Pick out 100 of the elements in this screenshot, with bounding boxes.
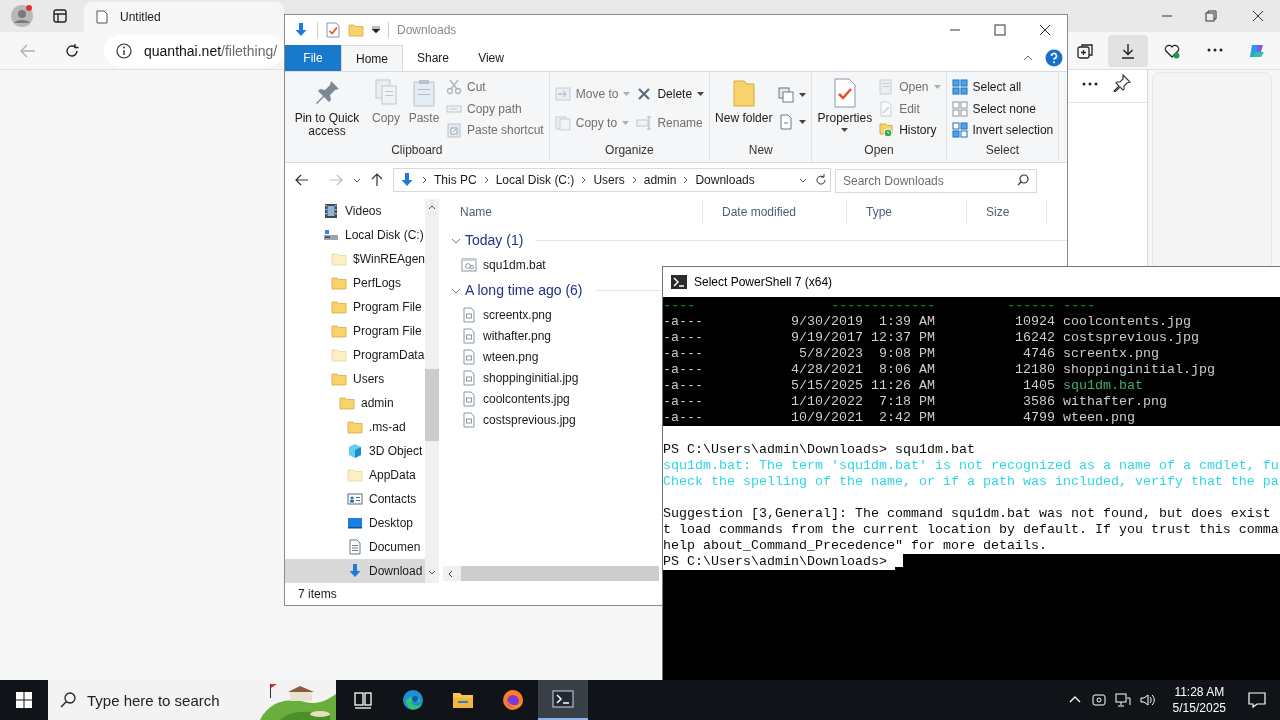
- ribbon-button[interactable]: Properties: [815, 75, 875, 142]
- more-icon[interactable]: [1082, 82, 1098, 86]
- copilot-icon[interactable]: [1249, 43, 1265, 59]
- ribbon-button[interactable]: New folder: [713, 75, 775, 142]
- nav-item[interactable]: Program File: [285, 319, 425, 343]
- image-file-icon: [461, 306, 477, 323]
- file-row[interactable]: withafter.png: [461, 325, 556, 346]
- camera-icon[interactable]: [1090, 692, 1107, 708]
- nav-item[interactable]: Contacts: [285, 487, 425, 511]
- column-header[interactable]: Name: [441, 199, 703, 225]
- ribbon-tab[interactable]: File: [285, 45, 341, 71]
- file-row[interactable]: screentx.png: [461, 304, 556, 325]
- ribbon-button[interactable]: Select none: [949, 99, 1056, 118]
- chevron-right-icon: [483, 176, 489, 184]
- search-field[interactable]: Search Downloads: [835, 168, 1037, 193]
- address-bar[interactable]: quanthai.net/filething/: [104, 35, 284, 67]
- notification-icon[interactable]: [1248, 692, 1266, 708]
- back-arrow-icon[interactable]: [295, 174, 309, 186]
- caret-icon: [623, 92, 631, 97]
- path-bar[interactable]: This PC Local Disk (C:) Users admin Downloads: [393, 168, 831, 192]
- heart-pulse-icon[interactable]: [1164, 43, 1180, 59]
- ribbon-button[interactable]: Pin to Quick access: [288, 75, 366, 142]
- file-row[interactable]: squ1dm.bat: [461, 254, 550, 275]
- close-icon[interactable]: [1251, 9, 1265, 23]
- document-icon: [347, 539, 363, 555]
- tab-actions-icon[interactable]: [53, 9, 67, 23]
- browser-tab[interactable]: Untitled: [84, 2, 284, 32]
- tab-copy-icon[interactable]: [1077, 43, 1093, 59]
- nav-item[interactable]: Videos: [285, 199, 425, 223]
- nav-item[interactable]: $WinREAgen: [285, 247, 425, 271]
- scroll-left-icon[interactable]: [448, 569, 453, 578]
- ribbon-button[interactable]: Invert selection: [949, 120, 1056, 139]
- nav-item[interactable]: Program File: [285, 295, 425, 319]
- rename-icon: [636, 114, 653, 131]
- chevron-down-icon[interactable]: [451, 287, 461, 294]
- clock-date[interactable]: 5/15/2025: [1172, 700, 1226, 716]
- nav-item[interactable]: Download: [285, 559, 425, 583]
- column-header[interactable]: Date modified: [703, 199, 847, 225]
- maximize-icon[interactable]: [994, 24, 1006, 36]
- taskbar-app[interactable]: [538, 680, 588, 720]
- breadcrumb[interactable]: admin: [643, 171, 677, 189]
- drive-icon: [323, 227, 339, 243]
- more-icon[interactable]: [1207, 48, 1223, 52]
- breadcrumb[interactable]: Local Disk (C:): [495, 171, 575, 189]
- downloads-button[interactable]: [1108, 35, 1148, 67]
- chevron-down-icon[interactable]: [451, 237, 461, 244]
- breadcrumb[interactable]: This PC: [434, 171, 477, 189]
- file-row[interactable]: shoppinginitial.jpg: [461, 367, 583, 388]
- nav-item[interactable]: Local Disk (C:): [285, 223, 425, 247]
- file-row[interactable]: coolcontents.jpg: [461, 388, 574, 409]
- close-icon[interactable]: [1039, 24, 1051, 36]
- nav-item[interactable]: Desktop: [285, 511, 425, 535]
- ribbon-tab[interactable]: Share: [403, 45, 464, 71]
- nav-item[interactable]: Users: [285, 367, 425, 391]
- chevron-down-icon[interactable]: [353, 177, 361, 183]
- breadcrumb[interactable]: Users: [593, 171, 625, 189]
- pin-icon[interactable]: [1113, 74, 1131, 92]
- nav-item[interactable]: 3D Object: [285, 439, 425, 463]
- ribbon-button[interactable]: [776, 86, 809, 103]
- ribbon-button[interactable]: History: [876, 120, 943, 139]
- scroll-down-icon[interactable]: [428, 570, 436, 575]
- caret-icon: [933, 85, 941, 90]
- properties-icon[interactable]: [326, 22, 340, 38]
- edit-icon: [878, 100, 895, 117]
- group-header[interactable]: A long time ago (6): [465, 280, 583, 301]
- ribbon-button[interactable]: Select all: [949, 78, 1056, 97]
- nav-item[interactable]: AppData: [285, 463, 425, 487]
- avatar-icon[interactable]: [10, 4, 34, 28]
- up-arrow-icon[interactable]: [371, 173, 383, 187]
- cube-icon: [347, 443, 363, 459]
- network-icon[interactable]: [1114, 692, 1131, 708]
- ribbon-tab[interactable]: View: [463, 45, 520, 71]
- column-header[interactable]: Type: [847, 199, 967, 225]
- refresh-icon[interactable]: [64, 43, 80, 59]
- vertical-scrollbar[interactable]: [425, 199, 439, 583]
- ribbon-tab[interactable]: Home: [341, 45, 403, 71]
- scroll-up-icon[interactable]: [428, 205, 436, 210]
- chevron-down-icon[interactable]: [799, 177, 807, 183]
- caret-icon[interactable]: [372, 26, 380, 34]
- help-icon[interactable]: [1045, 49, 1063, 67]
- nav-item[interactable]: ProgramData: [285, 343, 425, 367]
- nav-item[interactable]: .ms-ad: [285, 415, 425, 439]
- nav-item[interactable]: Documen: [285, 535, 425, 559]
- file-row[interactable]: costsprevious.jpg: [461, 409, 580, 430]
- clock-time[interactable]: 11:28 AM: [1174, 684, 1225, 700]
- group-header[interactable]: Today (1): [465, 230, 524, 251]
- refresh-icon[interactable]: [815, 174, 827, 186]
- nav-item[interactable]: PerfLogs: [285, 271, 425, 295]
- restore-icon[interactable]: [1204, 9, 1218, 23]
- scrollbar-thumb[interactable]: [425, 369, 439, 441]
- breadcrumb[interactable]: Downloads: [695, 171, 755, 189]
- ribbon-button[interactable]: Delete: [634, 85, 707, 104]
- invert-selection-icon: [951, 121, 968, 138]
- ribbon-group-label: Open: [864, 142, 894, 159]
- file-row[interactable]: wteen.png: [461, 346, 543, 367]
- collapse-chevron-icon[interactable]: [1023, 55, 1033, 61]
- speaker-icon[interactable]: [1138, 692, 1155, 708]
- taskbar-search[interactable]: Type here to search: [48, 680, 260, 720]
- nav-item[interactable]: admin: [285, 391, 425, 415]
- column-header[interactable]: Size: [967, 199, 1047, 225]
